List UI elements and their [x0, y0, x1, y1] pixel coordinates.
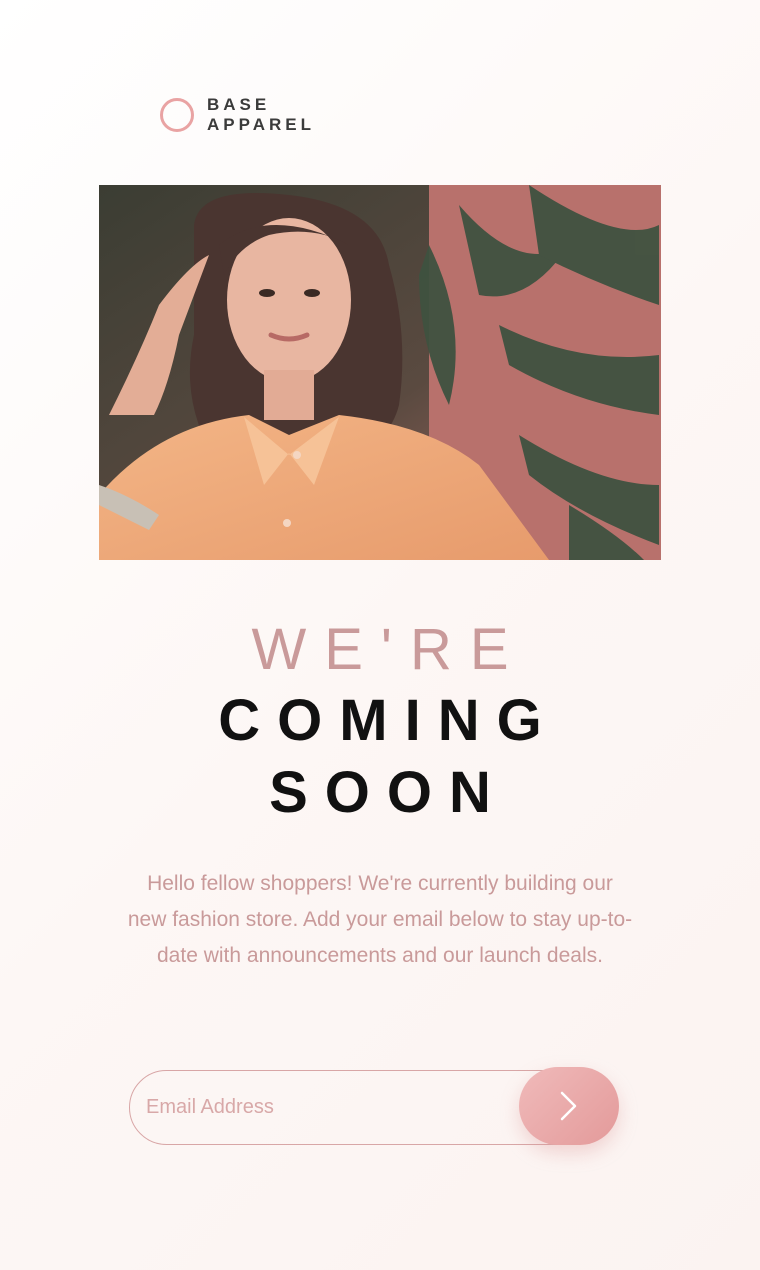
headline-line-3: SOON	[269, 760, 508, 825]
hero-image	[99, 185, 661, 560]
chevron-right-icon	[560, 1091, 577, 1121]
email-signup-form	[129, 1067, 619, 1145]
logo-ring-icon	[160, 98, 194, 132]
headline-line-2: COMING	[218, 688, 559, 753]
logo-text: BASE APPAREL	[207, 95, 315, 135]
logo[interactable]: BASE APPAREL	[160, 95, 315, 135]
submit-button[interactable]	[519, 1067, 619, 1145]
logo-line-2: APPAREL	[207, 115, 315, 134]
headline: WE'RE COMING SOON	[0, 615, 760, 829]
description: Hello fellow shoppers! We're currently b…	[127, 872, 633, 967]
headline-line-1: WE'RE	[251, 617, 527, 682]
logo-line-1: BASE	[207, 95, 271, 114]
